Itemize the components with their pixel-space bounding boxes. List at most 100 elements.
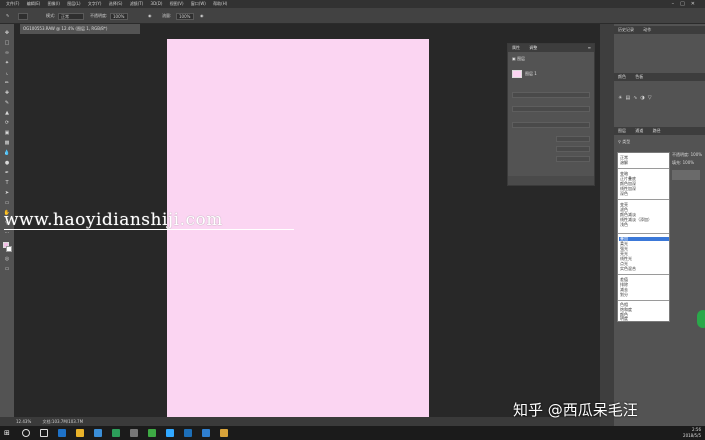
tab-swatches[interactable]: 色板 — [635, 74, 643, 79]
healing-brush-tool-icon[interactable]: ✚ — [3, 90, 11, 96]
blend-option[interactable]: 溶解 — [620, 161, 628, 165]
tab-color[interactable]: 颜色 — [618, 74, 626, 79]
layer-fill-control[interactable]: 填充: 100% — [672, 160, 694, 166]
magic-wand-tool-icon[interactable]: ✦ — [3, 60, 11, 66]
properties-button[interactable] — [556, 146, 590, 152]
tab-history[interactable]: 历史记录 — [618, 27, 634, 32]
layer-fill-value[interactable]: 100% — [683, 160, 694, 165]
crop-tool-icon[interactable]: ⌞ — [3, 70, 11, 76]
search-icon[interactable] — [22, 429, 30, 437]
blend-option[interactable]: 划分 — [620, 293, 628, 297]
move-tool-icon[interactable]: ✥ — [3, 30, 11, 36]
app-icon[interactable] — [148, 429, 156, 437]
close-icon[interactable]: ✕ — [691, 1, 701, 7]
blend-option[interactable]: 浅色 — [620, 223, 628, 227]
menu-layer[interactable]: 图层(L) — [67, 0, 80, 8]
app-icon[interactable] — [112, 429, 120, 437]
eraser-tool-icon[interactable]: ▣ — [3, 130, 11, 136]
blend-mode-dropdown[interactable]: 正常 溶解 变暗 正片叠底 颜色加深 线性加深 深色 变亮 滤色 颜色减淡 线性… — [617, 152, 670, 322]
minimize-icon[interactable]: – — [672, 1, 681, 7]
panel-menu-icon[interactable]: ≡ — [588, 44, 591, 52]
blur-tool-icon[interactable]: 💧 — [3, 150, 11, 156]
quick-mask-icon[interactable]: ◎ — [3, 256, 11, 262]
blend-option[interactable]: 深色 — [620, 192, 628, 196]
menu-select[interactable]: 选择(S) — [109, 0, 123, 8]
app-icon[interactable] — [184, 429, 192, 437]
menu-edit[interactable]: 编辑(E) — [27, 0, 41, 8]
brush-preset-picker[interactable] — [18, 13, 28, 20]
marquee-tool-icon[interactable]: □ — [3, 40, 11, 46]
start-windows-icon[interactable]: ⊞ — [4, 429, 12, 437]
gradient-tool-icon[interactable]: ▩ — [3, 140, 11, 146]
store-icon[interactable] — [94, 429, 102, 437]
pressure-opacity-icon[interactable]: ◉ — [148, 8, 152, 24]
properties-field[interactable] — [512, 92, 590, 98]
lasso-tool-icon[interactable]: ∞ — [3, 50, 11, 56]
layer-kind-filter[interactable]: ⚲ 类型 — [618, 139, 630, 145]
floating-green-button[interactable] — [697, 310, 705, 328]
properties-section-title: ▣ 图层 — [512, 56, 525, 62]
tab-channels[interactable]: 通道 — [635, 128, 643, 133]
app-icon[interactable] — [130, 429, 138, 437]
menu-image[interactable]: 图像(I) — [48, 0, 60, 8]
tab-layers[interactable]: 图层 — [618, 128, 626, 133]
watermark-text: www.haoyidianshiji.com — [4, 210, 223, 230]
opacity-input[interactable]: 100% — [110, 13, 128, 20]
menu-3d[interactable]: 3D(D) — [151, 0, 163, 8]
type-tool-icon[interactable]: T — [3, 180, 11, 186]
brush-tool-icon[interactable]: ✎ — [6, 8, 9, 24]
adjustment-icons-row: ☀▤∿◑▽ — [618, 95, 698, 115]
properties-panel-header: 属性 调整 ≡ — [508, 44, 594, 52]
mode-select[interactable]: 正常 — [58, 13, 84, 20]
kind-label: 类型 — [622, 139, 631, 144]
airbrush-icon[interactable]: ◉ — [200, 8, 204, 24]
layer-opacity-control[interactable]: 不透明度: 100% — [672, 152, 702, 158]
menu-type[interactable]: 文字(Y) — [88, 0, 102, 8]
app-icon[interactable] — [220, 429, 228, 437]
layer-opacity-value[interactable]: 100% — [691, 152, 702, 157]
menu-window[interactable]: 窗口(W) — [191, 0, 206, 8]
screen-mode-icon[interactable]: ▭ — [3, 266, 11, 272]
pen-tool-icon[interactable]: ✒ — [3, 170, 11, 176]
tab-actions[interactable]: 动作 — [643, 27, 651, 32]
properties-field[interactable] — [512, 106, 590, 112]
shape-tool-icon[interactable]: ▭ — [3, 200, 11, 206]
vibrance-icon[interactable]: ▽ — [648, 95, 655, 101]
blend-option[interactable]: 实色混合 — [620, 267, 636, 271]
history-brush-tool-icon[interactable]: ⟳ — [3, 120, 11, 126]
more-tools-icon[interactable]: ⋯ — [3, 230, 11, 236]
app-icon[interactable] — [202, 429, 210, 437]
maximize-icon[interactable]: □ — [680, 1, 691, 7]
zoom-level[interactable]: 12.43% — [16, 419, 31, 424]
background-color-swatch[interactable] — [6, 246, 12, 252]
layer-row[interactable] — [672, 170, 700, 180]
tab-properties[interactable]: 属性 — [512, 45, 520, 50]
edge-browser-icon[interactable] — [58, 429, 66, 437]
path-selection-tool-icon[interactable]: ➤ — [3, 190, 11, 196]
task-view-icon[interactable] — [40, 429, 48, 437]
menu-file[interactable]: 文件(F) — [6, 0, 19, 8]
clone-stamp-tool-icon[interactable]: ▲ — [3, 110, 11, 116]
properties-button[interactable] — [556, 156, 590, 162]
menu-filter[interactable]: 滤镜(T) — [130, 0, 144, 8]
brush-tool-icon[interactable]: ✎ — [3, 100, 11, 106]
properties-button[interactable] — [556, 136, 590, 142]
eyedropper-tool-icon[interactable]: ✏ — [3, 80, 11, 86]
document-tab-title: OG100553.RAW @ 12.4% (图层 1, RGB/8*) — [23, 26, 108, 31]
blend-option[interactable]: 明度 — [620, 317, 628, 321]
zhihu-attribution: 知乎 @西瓜呆毛汪 — [513, 399, 638, 420]
site-watermark: www.haoyidianshiji.com — [4, 210, 304, 230]
dodge-tool-icon[interactable]: ● — [3, 160, 11, 166]
dock-icon-strip — [600, 24, 614, 426]
flow-input[interactable]: 100% — [176, 13, 194, 20]
menu-view[interactable]: 视图(V) — [170, 0, 184, 8]
file-explorer-icon[interactable] — [76, 429, 84, 437]
document-tab[interactable]: OG100553.RAW @ 12.4% (图层 1, RGB/8*) — [20, 24, 140, 34]
menu-help[interactable]: 帮助(H) — [213, 0, 227, 8]
photoshop-icon[interactable] — [166, 429, 174, 437]
tab-adjustments[interactable]: 调整 — [529, 45, 537, 50]
layer-fill-label: 填充: — [672, 160, 682, 165]
tab-paths[interactable]: 路径 — [653, 128, 661, 133]
exposure-icon[interactable]: ◑ — [640, 95, 647, 101]
properties-field[interactable] — [512, 122, 590, 128]
